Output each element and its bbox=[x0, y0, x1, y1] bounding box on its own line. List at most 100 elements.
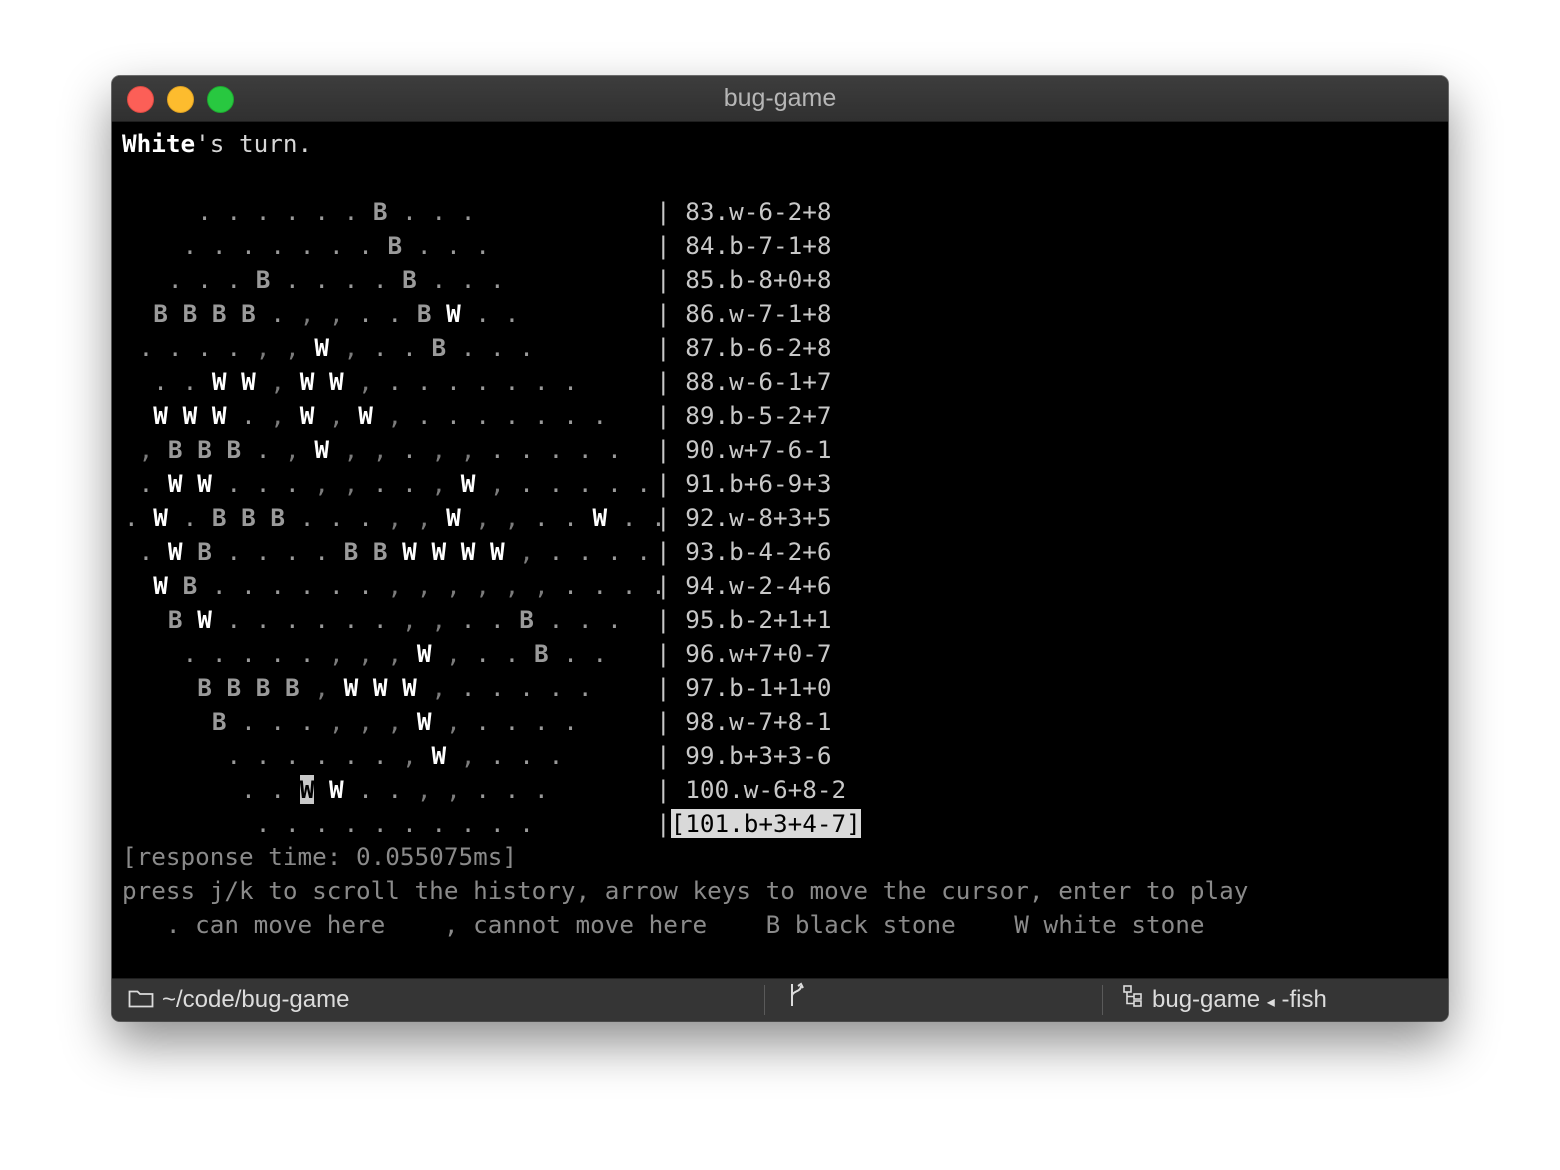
empty-cell-movable[interactable]: . bbox=[519, 809, 534, 838]
white-stone[interactable]: W bbox=[431, 537, 446, 566]
black-stone[interactable]: B bbox=[402, 265, 417, 294]
empty-cell-movable[interactable]: . bbox=[358, 503, 373, 532]
white-stone[interactable]: W bbox=[197, 469, 212, 498]
history-entry[interactable]: | 93.b-4-2+6 bbox=[656, 535, 832, 569]
empty-cell-movable[interactable]: . bbox=[563, 503, 578, 532]
empty-cell-movable[interactable]: . bbox=[270, 571, 285, 600]
black-stone[interactable]: B bbox=[344, 537, 359, 566]
white-stone[interactable]: W bbox=[593, 503, 608, 532]
empty-cell-movable[interactable]: . bbox=[300, 231, 315, 260]
black-stone[interactable]: B bbox=[168, 605, 183, 634]
empty-cell-movable[interactable]: . bbox=[373, 333, 388, 362]
empty-cell-movable[interactable]: . bbox=[168, 333, 183, 362]
empty-cell-movable[interactable]: . bbox=[519, 741, 534, 770]
history-entry[interactable]: | 87.b-6-2+8 bbox=[656, 331, 832, 365]
empty-cell-blocked[interactable]: , bbox=[139, 435, 154, 464]
empty-cell-movable[interactable]: . bbox=[256, 809, 271, 838]
white-stone[interactable]: W bbox=[183, 401, 198, 430]
empty-cell-blocked[interactable]: , bbox=[388, 503, 403, 532]
empty-cell-blocked[interactable]: , bbox=[490, 469, 505, 498]
empty-cell-movable[interactable]: . bbox=[519, 673, 534, 702]
empty-cell-movable[interactable]: . bbox=[256, 469, 271, 498]
empty-cell-movable[interactable]: . bbox=[549, 741, 564, 770]
empty-cell-movable[interactable]: . bbox=[446, 401, 461, 430]
board-row[interactable]: B B B B , W W W , . . . . . bbox=[124, 671, 592, 705]
board-row[interactable]: . . W W , W W , . . . . . . . bbox=[124, 365, 578, 399]
empty-cell-movable[interactable]: . bbox=[226, 265, 241, 294]
empty-cell-movable[interactable]: . bbox=[212, 571, 227, 600]
empty-cell-movable[interactable]: . bbox=[183, 639, 198, 668]
empty-cell-blocked[interactable]: , bbox=[388, 571, 403, 600]
white-stone[interactable]: W bbox=[168, 537, 183, 566]
white-stone[interactable]: W bbox=[358, 401, 373, 430]
empty-cell-blocked[interactable]: , bbox=[256, 333, 271, 362]
white-stone[interactable]: W bbox=[300, 401, 315, 430]
empty-cell-movable[interactable]: . bbox=[300, 571, 315, 600]
empty-cell-movable[interactable]: . bbox=[475, 639, 490, 668]
black-stone[interactable]: B bbox=[388, 231, 403, 260]
empty-cell-movable[interactable]: . bbox=[270, 707, 285, 736]
history-entry[interactable]: | 94.w-2-4+6 bbox=[656, 569, 832, 603]
empty-cell-movable[interactable]: . bbox=[285, 605, 300, 634]
empty-cell-movable[interactable]: . bbox=[505, 707, 520, 736]
empty-cell-movable[interactable]: . bbox=[358, 775, 373, 804]
empty-cell-movable[interactable]: . bbox=[226, 605, 241, 634]
empty-cell-movable[interactable]: . bbox=[475, 775, 490, 804]
history-entry[interactable]: | 90.w+7-6-1 bbox=[656, 433, 832, 467]
history-entry[interactable]: | 88.w-6-1+7 bbox=[656, 365, 832, 399]
empty-cell-movable[interactable]: . bbox=[549, 469, 564, 498]
empty-cell-movable[interactable]: . bbox=[607, 605, 622, 634]
black-stone[interactable]: B bbox=[183, 571, 198, 600]
black-stone[interactable]: B bbox=[183, 299, 198, 328]
empty-cell-movable[interactable]: . bbox=[461, 809, 476, 838]
black-stone[interactable]: B bbox=[226, 673, 241, 702]
black-stone[interactable]: B bbox=[256, 265, 271, 294]
empty-cell-movable[interactable]: . bbox=[183, 367, 198, 396]
empty-cell-movable[interactable]: . bbox=[490, 265, 505, 294]
board-row[interactable]: , B B B . , W , , . , , . . . . . bbox=[124, 433, 622, 467]
board-row[interactable]: B W . . . . . . , , . . B . . . bbox=[124, 603, 622, 637]
empty-cell-blocked[interactable]: , bbox=[534, 571, 549, 600]
empty-cell-movable[interactable]: . bbox=[402, 333, 417, 362]
empty-cell-blocked[interactable]: , bbox=[358, 639, 373, 668]
empty-cell-movable[interactable]: . bbox=[212, 639, 227, 668]
empty-cell-movable[interactable]: . bbox=[344, 197, 359, 226]
empty-cell-movable[interactable]: . bbox=[534, 503, 549, 532]
empty-cell-movable[interactable]: . bbox=[270, 299, 285, 328]
empty-cell-movable[interactable]: . bbox=[183, 503, 198, 532]
empty-cell-blocked[interactable]: , bbox=[475, 571, 490, 600]
empty-cell-movable[interactable]: . bbox=[139, 469, 154, 498]
white-stone[interactable]: W bbox=[153, 401, 168, 430]
empty-cell-movable[interactable]: . bbox=[607, 537, 622, 566]
empty-cell-blocked[interactable]: , bbox=[329, 401, 344, 430]
empty-cell-movable[interactable]: . bbox=[226, 469, 241, 498]
white-stone[interactable]: W bbox=[402, 673, 417, 702]
board-row[interactable]: B B B B . , , . . B W . . bbox=[124, 297, 519, 331]
empty-cell-movable[interactable]: . bbox=[314, 537, 329, 566]
empty-cell-movable[interactable]: . bbox=[593, 639, 608, 668]
black-stone[interactable]: B bbox=[417, 299, 432, 328]
black-stone[interactable]: B bbox=[212, 707, 227, 736]
empty-cell-movable[interactable]: . bbox=[505, 401, 520, 430]
board-row[interactable]: . . . . . . . . . . bbox=[124, 807, 534, 841]
empty-cell-movable[interactable]: . bbox=[197, 197, 212, 226]
white-stone[interactable]: W bbox=[212, 401, 227, 430]
board-row[interactable]: W B . . . . . . , , , , , , . . . . bbox=[124, 569, 665, 603]
history-entry[interactable]: | 89.b-5-2+7 bbox=[656, 399, 832, 433]
black-stone[interactable]: B bbox=[431, 333, 446, 362]
history-entry[interactable]: | 95.b-2+1+1 bbox=[656, 603, 832, 637]
empty-cell-blocked[interactable]: , bbox=[461, 741, 476, 770]
black-stone[interactable]: B bbox=[519, 605, 534, 634]
white-stone[interactable]: W bbox=[417, 707, 432, 736]
empty-cell-movable[interactable]: . bbox=[124, 503, 139, 532]
empty-cell-movable[interactable]: . bbox=[549, 537, 564, 566]
history-selected-entry[interactable]: [101.b+3+4-7] bbox=[670, 809, 861, 838]
black-stone[interactable]: B bbox=[153, 299, 168, 328]
empty-cell-blocked[interactable]: , bbox=[431, 469, 446, 498]
empty-cell-movable[interactable]: . bbox=[300, 503, 315, 532]
white-stone[interactable]: W bbox=[446, 503, 461, 532]
black-stone[interactable]: B bbox=[256, 673, 271, 702]
black-stone[interactable]: B bbox=[197, 435, 212, 464]
empty-cell-movable[interactable]: . bbox=[417, 231, 432, 260]
empty-cell-movable[interactable]: . bbox=[490, 741, 505, 770]
